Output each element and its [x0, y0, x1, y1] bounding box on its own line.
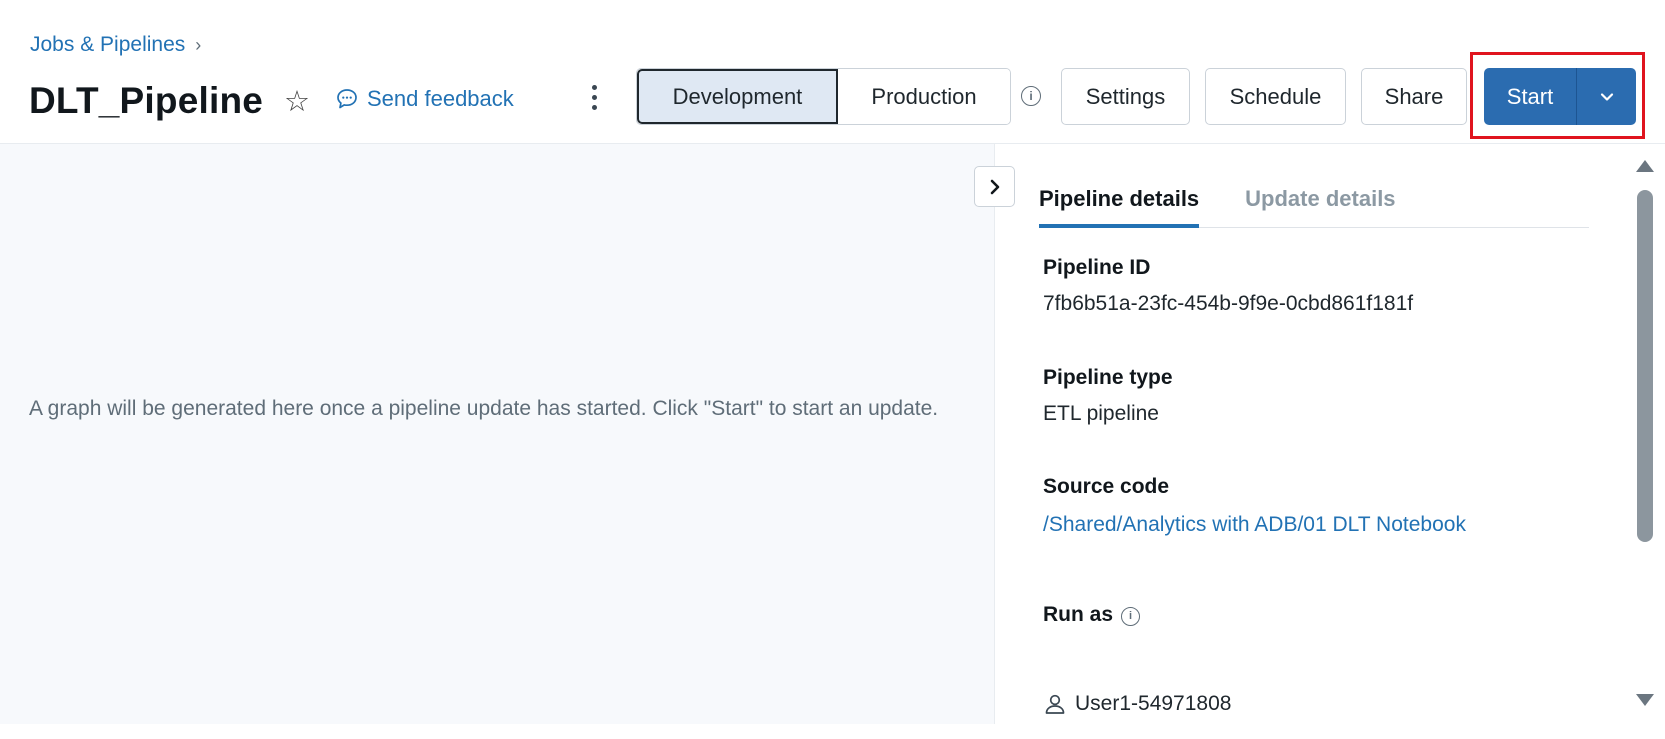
breadcrumb-link-jobs-pipelines[interactable]: Jobs & Pipelines	[30, 33, 185, 57]
user-icon	[1045, 694, 1065, 714]
settings-button[interactable]: Settings	[1061, 68, 1190, 125]
chevron-right-icon	[990, 179, 999, 194]
start-highlight-box: Start	[1470, 52, 1645, 139]
pipeline-graph-area: A graph will be generated here once a pi…	[0, 144, 994, 724]
details-panel: Pipeline details Update details Pipeline…	[994, 144, 1665, 724]
mode-info-icon[interactable]: i	[1021, 86, 1041, 106]
chevron-down-icon	[1600, 92, 1613, 101]
chat-bubble-icon	[337, 89, 357, 109]
run-as-label: Run as i	[1043, 603, 1141, 627]
start-button[interactable]: Start	[1484, 68, 1577, 125]
send-feedback-link[interactable]: Send feedback	[335, 86, 514, 112]
source-code-label: Source code	[1043, 475, 1170, 498]
start-dropdown-button[interactable]	[1577, 68, 1636, 125]
run-as-user: User1-54971808	[1043, 692, 1231, 716]
pipeline-id-label: Pipeline ID	[1043, 256, 1151, 279]
pipeline-type-label: Pipeline type	[1043, 366, 1173, 389]
pipeline-id-value: 7fb6b51a-23fc-454b-9f9e-0cbd861f181f	[1043, 292, 1414, 315]
breadcrumb: Jobs & Pipelines ›	[30, 33, 201, 57]
graph-empty-message: A graph will be generated here once a pi…	[29, 397, 939, 420]
source-code-link[interactable]: /Shared/Analytics with ADB/01 DLT Notebo…	[1043, 513, 1466, 537]
run-as-info-icon[interactable]: i	[1121, 606, 1141, 626]
page-title: DLT_Pipeline	[29, 80, 264, 121]
pipeline-type-value: ETL pipeline	[1043, 402, 1159, 425]
panel-scrollbar-thumb[interactable]	[1637, 190, 1653, 542]
details-tabs: Pipeline details Update details	[1039, 186, 1589, 228]
run-as-label-text: Run as	[1043, 603, 1114, 626]
schedule-button[interactable]: Schedule	[1205, 68, 1346, 125]
mode-development-button[interactable]: Development	[637, 69, 838, 124]
tab-pipeline-details[interactable]: Pipeline details	[1039, 186, 1200, 228]
start-split-button: Start	[1484, 68, 1636, 125]
pipeline-mode-toggle: Development Production	[636, 68, 1011, 125]
scroll-up-arrow-icon[interactable]	[1636, 160, 1654, 172]
mode-production-button[interactable]: Production	[838, 69, 1010, 124]
share-button[interactable]: Share	[1361, 68, 1467, 125]
send-feedback-label: Send feedback	[367, 86, 514, 111]
bottom-strip	[0, 724, 1665, 739]
tab-update-details[interactable]: Update details	[1245, 186, 1395, 228]
scroll-down-arrow-icon[interactable]	[1636, 694, 1654, 706]
page-header: Jobs & Pipelines › DLT_Pipeline ☆ Send f…	[0, 0, 1665, 144]
star-icon[interactable]: ☆	[284, 84, 310, 119]
chevron-right-icon: ›	[195, 34, 202, 55]
collapse-panel-button[interactable]	[974, 166, 1015, 207]
more-options-kebab-icon[interactable]	[584, 80, 604, 114]
run-as-user-name: User1-54971808	[1075, 692, 1232, 715]
